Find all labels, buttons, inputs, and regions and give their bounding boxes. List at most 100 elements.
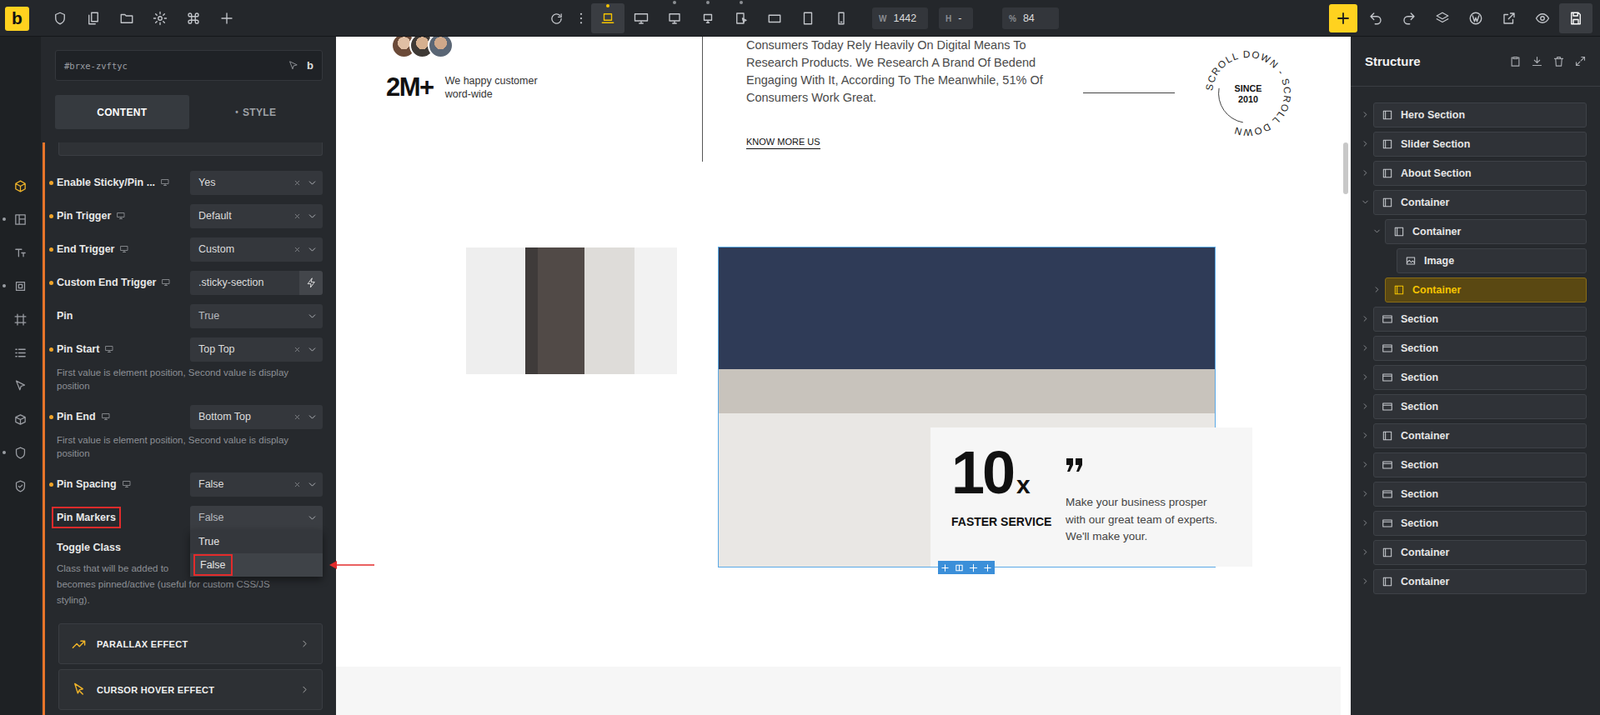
chevron-right-icon[interactable] xyxy=(1360,139,1370,149)
select-field[interactable]: Top Top xyxy=(190,337,323,362)
chevron-right-icon[interactable] xyxy=(1372,285,1382,295)
structure-item[interactable]: Container xyxy=(1350,537,1600,567)
breakpoint-button[interactable] xyxy=(657,0,692,37)
chevron-right-icon[interactable] xyxy=(1360,110,1370,120)
structure-item[interactable]: Container xyxy=(1350,275,1600,305)
clipboard-button[interactable] xyxy=(1509,55,1522,68)
photo[interactable] xyxy=(466,247,678,375)
select-field[interactable]: True xyxy=(190,304,323,329)
cube2-panel-button[interactable] xyxy=(0,402,41,437)
toolbar-action[interactable] xyxy=(968,563,979,573)
chevron-right-icon[interactable] xyxy=(1360,460,1370,470)
chevron-right-icon[interactable] xyxy=(1360,576,1370,587)
chevron-right-icon[interactable] xyxy=(1360,168,1370,178)
chevron-right-icon[interactable] xyxy=(1360,547,1370,557)
structure-item[interactable]: Section xyxy=(1350,450,1600,480)
structure-item[interactable]: Container xyxy=(1350,187,1600,217)
chevron-right-icon[interactable] xyxy=(1360,489,1370,499)
breakpoint-button[interactable] xyxy=(591,3,625,34)
structure-item[interactable]: Section xyxy=(1350,479,1600,509)
structure-item[interactable]: Container xyxy=(1350,421,1600,451)
external-button[interactable] xyxy=(1492,0,1526,37)
scroll-down-badge[interactable]: SCROLL DOWN - SCROLL DOWNSINCE2010 xyxy=(1201,46,1295,141)
select-field[interactable]: False xyxy=(190,472,323,497)
trash-button[interactable] xyxy=(1552,55,1565,68)
panel-tab[interactable]: CONTENT xyxy=(55,95,190,130)
breakpoint-button[interactable] xyxy=(757,0,792,37)
badge-panel-button[interactable] xyxy=(0,469,41,503)
toolbar-action[interactable] xyxy=(954,563,964,573)
accordion-header[interactable]: CURSOR HOVER EFFECT xyxy=(58,669,323,711)
expand-button[interactable] xyxy=(1574,55,1587,68)
structure-item[interactable]: Slider Section xyxy=(1350,129,1600,159)
structure-item[interactable]: Image xyxy=(1350,245,1600,276)
box-panel-button[interactable] xyxy=(0,269,41,303)
close-icon[interactable] xyxy=(292,345,302,355)
select-field[interactable]: Bottom Top xyxy=(190,405,323,430)
zoom-field[interactable]: %84 xyxy=(1002,7,1059,30)
bricks-mini-logo[interactable]: b xyxy=(306,59,314,72)
folder-button[interactable] xyxy=(110,0,144,37)
chevron-down-icon[interactable] xyxy=(1360,197,1370,207)
width-field[interactable]: W1442 xyxy=(872,7,928,30)
know-more-link[interactable]: KNOW MORE US xyxy=(746,136,821,150)
eye-button[interactable] xyxy=(1525,0,1560,37)
breakpoint-button[interactable] xyxy=(624,0,658,37)
bricks-logo[interactable]: b xyxy=(5,6,30,31)
dropdown-option[interactable]: False xyxy=(190,553,323,577)
layout-panel-button[interactable] xyxy=(0,202,41,236)
gear-button[interactable] xyxy=(143,0,177,37)
shield-panel-button[interactable] xyxy=(0,436,41,470)
more-button[interactable] xyxy=(571,0,592,37)
breakpoint-button[interactable] xyxy=(791,0,825,37)
cursor-panel-button[interactable] xyxy=(0,369,41,403)
redo-button[interactable] xyxy=(1392,0,1426,37)
pages-button[interactable] xyxy=(76,0,111,37)
plus-button[interactable] xyxy=(210,0,244,37)
dropdown-option[interactable]: True xyxy=(190,530,323,554)
typography-panel-button[interactable] xyxy=(0,235,41,270)
structure-item[interactable]: Hero Section xyxy=(1350,100,1600,130)
structure-item[interactable]: Section xyxy=(1350,362,1600,392)
undo-button[interactable] xyxy=(1359,0,1393,37)
dynamic-data-button[interactable] xyxy=(299,270,323,296)
select-field-open[interactable]: FalseTrueFalse xyxy=(190,506,323,531)
breakpoint-button[interactable] xyxy=(724,0,758,37)
chevron-right-icon[interactable] xyxy=(1360,518,1370,528)
height-field[interactable]: H- xyxy=(938,7,974,30)
close-icon[interactable] xyxy=(292,412,302,422)
chevron-right-icon[interactable] xyxy=(1360,431,1370,441)
pointer-icon[interactable] xyxy=(287,60,299,71)
panel-tab[interactable]: •STYLE xyxy=(189,95,324,130)
structure-item[interactable]: Container xyxy=(1350,566,1600,597)
close-icon[interactable] xyxy=(292,245,302,255)
chevron-right-icon[interactable] xyxy=(1360,372,1370,382)
breakpoint-button[interactable] xyxy=(824,0,858,37)
download-button[interactable] xyxy=(1530,55,1544,68)
structure-item[interactable]: Section xyxy=(1350,508,1600,538)
select-field[interactable]: Yes xyxy=(190,170,323,196)
add-element-button[interactable] xyxy=(1329,4,1358,33)
cube-panel-button[interactable] xyxy=(0,169,41,203)
structure-item[interactable]: Container xyxy=(1350,216,1600,246)
chevron-down-icon[interactable] xyxy=(1372,226,1382,236)
structure-item[interactable]: Section xyxy=(1350,333,1600,363)
selected-image[interactable]: 10xFASTER SERVICEMake your business pros… xyxy=(718,247,1215,567)
toolbar-action[interactable] xyxy=(983,563,993,573)
wordpress-button[interactable] xyxy=(1459,0,1493,37)
shield-button[interactable] xyxy=(43,0,77,37)
chevron-right-icon[interactable] xyxy=(1360,401,1370,412)
close-icon[interactable] xyxy=(292,211,302,221)
select-field[interactable]: Custom xyxy=(190,237,323,262)
breakpoint-button[interactable] xyxy=(691,0,725,37)
close-icon[interactable] xyxy=(292,480,302,490)
command-button[interactable] xyxy=(176,0,211,37)
list-panel-button[interactable] xyxy=(0,336,41,370)
frame-panel-button[interactable] xyxy=(0,302,41,337)
select-field[interactable]: Default xyxy=(190,204,323,229)
save-button[interactable] xyxy=(1559,3,1593,34)
toolbar-action[interactable] xyxy=(940,563,950,573)
refresh-button[interactable] xyxy=(541,0,572,37)
structure-item[interactable]: Section xyxy=(1350,304,1600,334)
structure-item[interactable]: About Section xyxy=(1350,158,1600,188)
